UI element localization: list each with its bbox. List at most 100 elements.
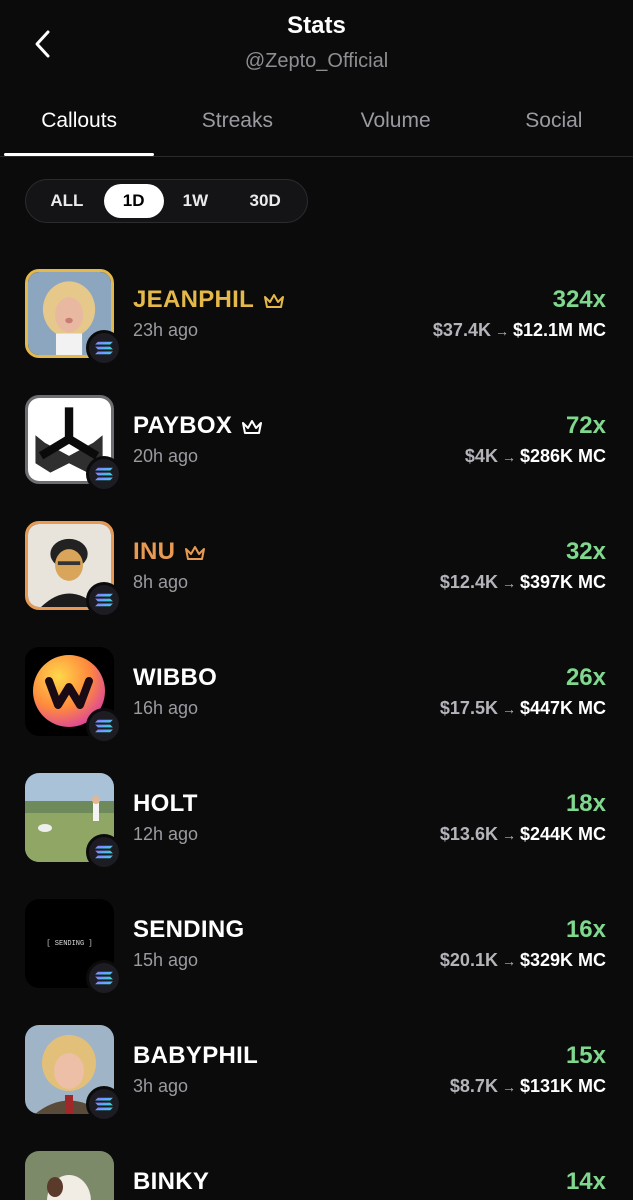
mc-from: $13.6K: [439, 824, 498, 844]
multiple-value: 26x: [565, 664, 606, 691]
solana-chain-icon: [86, 708, 122, 744]
market-cap-change: $12.4K → $397K MC: [440, 572, 606, 593]
token-name: PAYBOX: [133, 412, 264, 440]
token-name-text: JEANPHIL: [133, 286, 255, 313]
solana-chain-icon: [86, 582, 122, 618]
token-name: BINKY: [133, 1168, 209, 1196]
header: Stats @Zepto_Official: [0, 0, 633, 95]
mc-from: $12.4K: [439, 572, 498, 592]
mc-to: $12.1M MC: [512, 320, 606, 340]
time-ago: 15h ago: [133, 950, 199, 970]
token-name: JEANPHIL: [133, 286, 286, 314]
crown-icon: [183, 542, 207, 562]
token-row[interactable]: WIBBO 16h ago 26x $17.5K → $447K MC: [0, 630, 633, 756]
token-avatar-wrap: [25, 395, 122, 492]
mc-from: $37.4K: [432, 320, 491, 340]
crown-icon: [240, 416, 264, 436]
tab-volume[interactable]: Volume: [317, 95, 475, 156]
time-ago: 16h ago: [133, 698, 199, 718]
arrow-right-icon: →: [501, 701, 516, 717]
market-cap-change: $20.1K → $329K MC: [440, 950, 606, 971]
mc-to: $397K MC: [519, 572, 606, 592]
tab-social[interactable]: Social: [475, 95, 633, 156]
market-cap-change: $17.5K → $447K MC: [440, 698, 606, 719]
token-avatar-wrap: [25, 773, 122, 870]
token-row[interactable]: PAYBOX 20h ago 72x $4K → $286K MC: [0, 378, 633, 504]
token-avatar-wrap: [25, 1025, 122, 1122]
solana-chain-icon: [86, 330, 122, 366]
multiple-value: 14x: [565, 1168, 606, 1195]
mc-from: $20.1K: [439, 950, 498, 970]
token-name: INU: [133, 538, 207, 566]
token-avatar-wrap: [ SENDING ]: [25, 899, 122, 996]
token-name-text: INU: [133, 538, 176, 565]
token-avatar-wrap: [25, 269, 122, 366]
token-name: SENDING: [133, 916, 244, 944]
arrow-right-icon: →: [501, 827, 516, 843]
tab-label: Volume: [360, 109, 431, 132]
filter-1w[interactable]: 1W: [164, 184, 228, 218]
market-cap-change: $13.6K → $244K MC: [440, 824, 606, 845]
tab-label: Social: [525, 109, 583, 132]
tab-label: Callouts: [41, 109, 118, 132]
mc-to: $131K MC: [519, 1076, 606, 1096]
page-title: Stats: [287, 12, 346, 39]
tab-callouts[interactable]: Callouts: [0, 95, 158, 156]
arrow-right-icon: →: [501, 575, 516, 591]
market-cap-change: $4K → $286K MC: [465, 446, 606, 467]
tab-streaks[interactable]: Streaks: [158, 95, 316, 156]
tab-label: Streaks: [201, 109, 273, 132]
token-row[interactable]: BINKY 14x: [0, 1134, 633, 1200]
token-name-text: HOLT: [133, 790, 198, 817]
market-cap-change: $37.4K → $12.1M MC: [433, 320, 606, 341]
crown-icon: [262, 290, 286, 310]
multiple-value: 18x: [565, 790, 606, 817]
mc-to: $286K MC: [519, 446, 606, 466]
filter-all[interactable]: ALL: [30, 184, 104, 218]
filter-1d[interactable]: 1D: [103, 184, 164, 218]
arrow-right-icon: →: [501, 1079, 516, 1095]
token-avatar-wrap: [25, 521, 122, 618]
token-name-text: BINKY: [133, 1168, 210, 1195]
time-ago: 3h ago: [133, 1076, 189, 1096]
page-subtitle: @Zepto_Official: [244, 50, 389, 72]
token-row[interactable]: HOLT 12h ago 18x $13.6K → $244K MC: [0, 756, 633, 882]
token-name: BABYPHIL: [133, 1042, 258, 1070]
arrow-right-icon: →: [501, 953, 516, 969]
time-ago: 12h ago: [133, 824, 199, 844]
calf-photo-avatar: [25, 1151, 114, 1200]
token-avatar-wrap: [25, 647, 122, 744]
time-ago: 23h ago: [133, 320, 199, 340]
mc-from: $8.7K: [449, 1076, 498, 1096]
multiple-value: 72x: [565, 412, 606, 439]
token-name-text: PAYBOX: [133, 412, 233, 439]
time-ago: 8h ago: [133, 572, 189, 592]
token-name-text: BABYPHIL: [133, 1042, 259, 1069]
time-filter-group: ALL 1D 1W 30D: [25, 179, 308, 223]
token-name-text: WIBBO: [133, 664, 218, 691]
mc-to: $244K MC: [519, 824, 606, 844]
market-cap-change: $8.7K → $131K MC: [450, 1076, 606, 1097]
token-row[interactable]: INU 8h ago 32x $12.4K → $397K MC: [0, 504, 633, 630]
mc-from: $4K: [464, 446, 498, 466]
multiple-value: 16x: [565, 916, 606, 943]
token-row[interactable]: [ SENDING ] SENDING 15h ago 16x $20.1K → $329K…: [0, 882, 633, 1008]
token-row[interactable]: BABYPHIL 3h ago 15x $8.7K → $131K MC: [0, 1008, 633, 1134]
multiple-value: 15x: [565, 1042, 606, 1069]
solana-chain-icon: [86, 834, 122, 870]
mc-to: $329K MC: [519, 950, 606, 970]
mc-to: $447K MC: [519, 698, 606, 718]
arrow-right-icon: →: [501, 449, 516, 465]
solana-chain-icon: [86, 456, 122, 492]
solana-chain-icon: [86, 960, 122, 996]
multiple-value: 324x: [552, 286, 606, 313]
arrow-right-icon: →: [494, 323, 509, 339]
token-avatar-wrap: [25, 1151, 114, 1200]
token-name: WIBBO: [133, 664, 217, 692]
tab-bar: Callouts Streaks Volume Social: [0, 95, 633, 157]
token-name-text: SENDING: [133, 916, 245, 943]
multiple-value: 32x: [565, 538, 606, 565]
token-row[interactable]: JEANPHIL 23h ago 324x $37.4K → $12.1M MC: [0, 252, 633, 378]
solana-chain-icon: [86, 1086, 122, 1122]
filter-30d[interactable]: 30D: [227, 184, 303, 218]
